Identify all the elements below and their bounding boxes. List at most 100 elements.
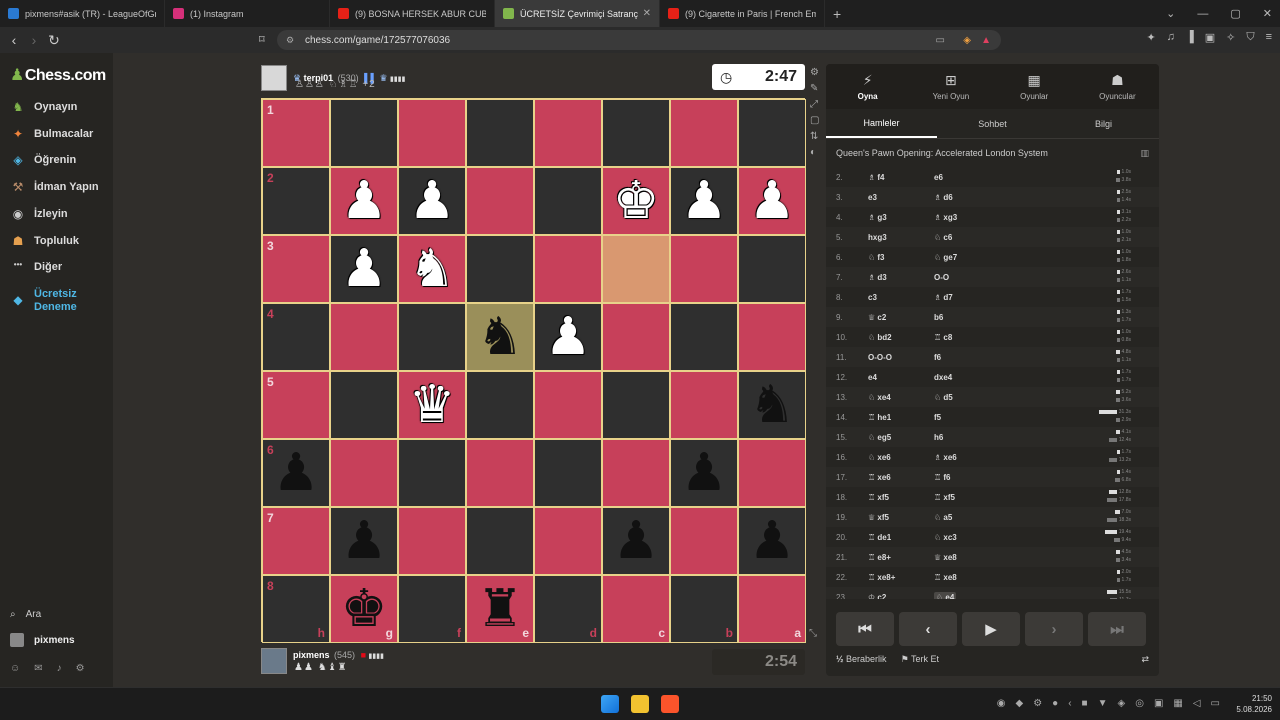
tray-app-icon[interactable]: ◈ xyxy=(1118,698,1126,709)
notifications-icon[interactable]: ♪ xyxy=(57,663,62,674)
board-square[interactable]: ♚ xyxy=(602,167,670,235)
white-move[interactable]: ♖ de1 xyxy=(868,533,934,542)
tray-app-icon[interactable]: ▣ xyxy=(1154,698,1163,709)
white-move[interactable]: ♘ f3 xyxy=(868,253,934,262)
board-square[interactable] xyxy=(398,303,466,371)
bottom-player-name[interactable]: pixmens xyxy=(293,650,330,660)
board-square[interactable] xyxy=(534,167,602,235)
sidebar-item-3[interactable]: ⚒ İdman Yapın xyxy=(10,180,99,194)
black-pawn[interactable]: ♟ xyxy=(681,447,728,499)
battery-icon[interactable]: ▭ xyxy=(1211,698,1220,709)
top-player-avatar[interactable] xyxy=(261,65,287,91)
vpn-icon[interactable]: ⛉ xyxy=(1246,31,1254,44)
panel-tab-2[interactable]: ▦ Oyunlar xyxy=(993,64,1076,109)
black-move[interactable]: h6 xyxy=(934,433,994,442)
bottom-player-avatar[interactable] xyxy=(261,648,287,674)
board-square[interactable] xyxy=(466,507,534,575)
white-move[interactable]: e4 xyxy=(868,373,934,382)
board-square[interactable] xyxy=(398,439,466,507)
board-square[interactable]: 2 xyxy=(262,167,330,235)
board-square[interactable] xyxy=(670,507,738,575)
panel-tab-1[interactable]: ⊞ Yeni Oyun xyxy=(909,64,992,109)
board-square[interactable]: ♟ xyxy=(330,507,398,575)
draw-button[interactable]: ½ Beraberlik xyxy=(836,654,887,665)
theater-icon[interactable]: ▢ xyxy=(810,115,819,126)
board-square[interactable]: ♞ xyxy=(466,303,534,371)
opening-name[interactable]: Queen's Pawn Opening: Accelerated London… xyxy=(836,148,1048,158)
taskbar-clock[interactable]: 21:50 5.08.2026 xyxy=(1236,693,1272,715)
board-square[interactable]: ♟ xyxy=(670,439,738,507)
white-move[interactable]: ♗ f4 xyxy=(868,173,934,182)
black-move[interactable]: ♕ xe8 xyxy=(934,553,994,562)
white-move[interactable]: ♖ xf5 xyxy=(868,493,934,502)
white-move[interactable]: ♕ c2 xyxy=(868,313,934,322)
friends-icon[interactable]: ☺ xyxy=(10,663,20,674)
tray-app-icon[interactable]: ◆ xyxy=(1015,698,1023,709)
browser-tab[interactable]: (9) BOSNA HERSEK ABUR CUBURLAR xyxy=(330,0,495,27)
browser-tab[interactable]: ÜCRETSİZ Çevrimiçi Satranç Oyna ✕ xyxy=(495,0,660,27)
board-square[interactable]: ♟ xyxy=(330,235,398,303)
sidebar-item-4[interactable]: ◉ İzleyin xyxy=(10,207,68,221)
board-square[interactable] xyxy=(534,507,602,575)
black-move[interactable]: b6 xyxy=(934,313,994,322)
extensions-icon[interactable]: ✦ xyxy=(1146,31,1155,44)
tray-app-icon[interactable]: ◎ xyxy=(1135,698,1144,709)
profile-link[interactable]: pixmens xyxy=(10,633,75,647)
board-square[interactable]: d xyxy=(534,575,602,643)
black-move[interactable]: ♗ xg3 xyxy=(934,213,994,222)
bookmark-icon[interactable]: ⌑ xyxy=(259,33,265,46)
black-move[interactable]: ♗ d6 xyxy=(934,193,994,202)
subtab-2[interactable]: Bilgi xyxy=(1048,109,1159,138)
board-square[interactable]: 7 xyxy=(262,507,330,575)
board-square[interactable]: 4 xyxy=(262,303,330,371)
board-square[interactable]: ♟ xyxy=(670,167,738,235)
rematch-icon[interactable]: ⇄ xyxy=(1141,654,1149,665)
black-pawn[interactable]: ♟ xyxy=(341,515,388,567)
black-move[interactable]: ♗ xe6 xyxy=(934,453,994,462)
board-square[interactable] xyxy=(602,303,670,371)
new-tab-button[interactable]: + xyxy=(833,6,841,22)
board-square[interactable] xyxy=(398,507,466,575)
board-square[interactable]: ♛ xyxy=(398,371,466,439)
white-move[interactable]: ♖ xe8+ xyxy=(868,573,934,582)
sidebar-item-2[interactable]: ◈ Öğrenin xyxy=(10,153,76,167)
board-square[interactable] xyxy=(602,439,670,507)
next-move-button[interactable]: › xyxy=(1025,612,1083,646)
white-king[interactable]: ♚ xyxy=(613,175,660,227)
fullscreen-icon[interactable]: ⤢ xyxy=(810,99,819,110)
share-icon[interactable]: ◐ xyxy=(810,147,819,158)
board-square[interactable] xyxy=(534,439,602,507)
board-square[interactable] xyxy=(738,303,806,371)
resize-board-icon[interactable]: ⤡ xyxy=(809,628,817,639)
black-move[interactable]: ♖ f6 xyxy=(934,473,994,482)
board-square[interactable] xyxy=(466,371,534,439)
tray-app-icon[interactable]: ● xyxy=(1052,698,1058,709)
panel-tab-0[interactable]: ⚡ Oyna xyxy=(826,64,909,109)
board-square[interactable]: 8h xyxy=(262,575,330,643)
black-move[interactable]: ♖ xf5 xyxy=(934,493,994,502)
board-square[interactable] xyxy=(602,235,670,303)
cast-icon[interactable]: ▭ xyxy=(936,35,945,46)
board-square[interactable]: ♟ xyxy=(738,167,806,235)
start-icon[interactable] xyxy=(601,695,619,713)
board-square[interactable] xyxy=(738,235,806,303)
tray-app-icon[interactable]: ⚙ xyxy=(1033,698,1042,709)
board-square[interactable] xyxy=(602,371,670,439)
black-move[interactable]: dxe4 xyxy=(934,373,994,382)
messages-icon[interactable]: ✉ xyxy=(34,663,42,674)
white-move[interactable]: ♘ xe4 xyxy=(868,393,934,402)
board-square[interactable] xyxy=(534,371,602,439)
brave-icon[interactable] xyxy=(661,695,679,713)
panel-tab-3[interactable]: ☗ Oyuncular xyxy=(1076,64,1159,109)
black-move[interactable]: ♘ d5 xyxy=(934,393,994,402)
board-square[interactable] xyxy=(466,99,534,167)
black-move[interactable]: O-O xyxy=(934,273,994,282)
board-square[interactable] xyxy=(670,303,738,371)
board-square[interactable]: a xyxy=(738,575,806,643)
tab-list-icon[interactable]: ⌄ xyxy=(1166,7,1175,20)
white-move[interactable]: O-O-O xyxy=(868,353,934,362)
board-square[interactable] xyxy=(466,439,534,507)
maximize-button[interactable]: ▢ xyxy=(1230,7,1240,20)
board-square[interactable]: ♞ xyxy=(738,371,806,439)
board-square[interactable] xyxy=(466,235,534,303)
